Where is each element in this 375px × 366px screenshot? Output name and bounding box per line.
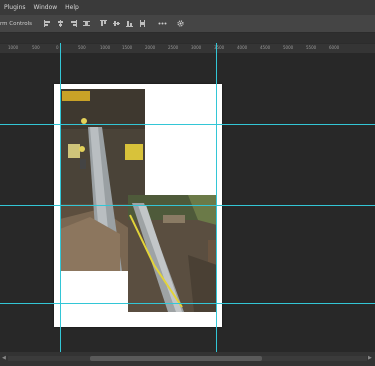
ruler-tick: 1000 [8, 45, 19, 50]
ruler-tick: 500 [78, 45, 86, 50]
ruler-tick: 5000 [283, 45, 294, 50]
distribute-icon[interactable] [83, 20, 91, 27]
vertical-guide[interactable] [60, 43, 61, 352]
panel-gap [0, 33, 375, 43]
transform-controls-label[interactable]: rm Controls [0, 21, 32, 27]
align-left-edges-icon[interactable] [44, 20, 51, 27]
ruler-tick: 5500 [306, 45, 317, 50]
align-bottom-edges-icon[interactable] [126, 20, 134, 27]
menu-bar: Plugins Window Help [0, 0, 375, 16]
menu-plugins[interactable]: Plugins [4, 4, 26, 11]
ruler-tick: 3000 [191, 45, 202, 50]
gear-icon[interactable] [177, 20, 184, 27]
distribute-vertical-icon[interactable] [139, 20, 146, 27]
menu-help[interactable]: Help [65, 4, 79, 11]
ruler-tick: 0 [56, 45, 59, 50]
scroll-left-icon[interactable]: ◀ [2, 355, 6, 361]
ruler-tick: 2500 [168, 45, 179, 50]
horizontal-scrollbar[interactable]: ◀ ▶ [0, 352, 375, 366]
options-bar: rm Controls [0, 15, 375, 33]
horizontal-guide[interactable] [0, 205, 375, 206]
horizontal-guide[interactable] [0, 303, 375, 304]
align-vertical-centers-icon[interactable] [113, 20, 121, 27]
ruler-tick: 4500 [260, 45, 271, 50]
align-right-edges-icon[interactable] [70, 20, 78, 27]
horizontal-guide[interactable] [0, 124, 375, 125]
align-horizontal-centers-icon[interactable] [57, 20, 64, 27]
ruler-tick: 1500 [122, 45, 133, 50]
vertical-guide[interactable] [216, 43, 217, 352]
more-options-icon[interactable] [158, 20, 167, 27]
ruler-tick: 500 [32, 45, 40, 50]
ruler-tick: 2000 [145, 45, 156, 50]
construction-photo-2[interactable] [128, 195, 217, 312]
scrollbar-thumb[interactable] [90, 356, 262, 361]
align-top-edges-icon[interactable] [100, 20, 108, 27]
ruler-tick: 4000 [237, 45, 248, 50]
ruler-tick: 1000 [100, 45, 111, 50]
menu-window[interactable]: Window [34, 4, 58, 11]
ruler-tick: 6000 [329, 45, 340, 50]
scroll-right-icon[interactable]: ▶ [368, 355, 372, 361]
